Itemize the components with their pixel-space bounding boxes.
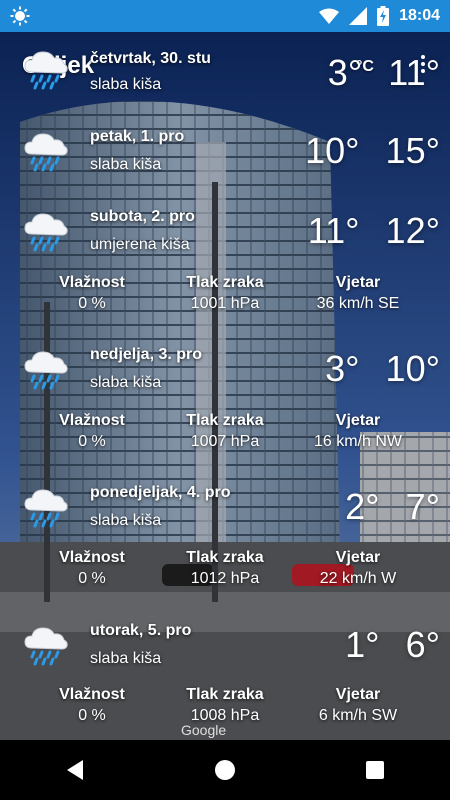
- recents-icon[interactable]: [355, 750, 395, 790]
- temp-max: 11°: [388, 52, 440, 93]
- wifi-icon: [319, 8, 340, 24]
- photo-attribution: Google: [181, 722, 227, 738]
- day-date: utorak, 5. pro: [90, 622, 192, 639]
- day-date: subota, 2. pro: [90, 208, 195, 225]
- humidity-label: Vlažnost: [59, 274, 125, 291]
- light-rain-cloud-icon: [22, 622, 70, 666]
- day-description: slaba kiša: [90, 156, 162, 173]
- pressure-value: 1001 hPa: [190, 295, 260, 312]
- temp-max: 7°: [405, 486, 440, 527]
- temp-min: 3°: [325, 348, 360, 389]
- humidity-value: 0 %: [78, 433, 106, 450]
- humidity-label: Vlažnost: [59, 686, 125, 703]
- humidity-label: Vlažnost: [59, 412, 125, 429]
- day-temperatures: 3° 11°: [328, 52, 440, 94]
- pressure-label: Tlak zraka: [186, 274, 264, 291]
- home-icon[interactable]: [205, 750, 245, 790]
- day-temperatures: 1° 6°: [345, 624, 440, 666]
- wind-value: 16 km/h NW: [313, 433, 402, 450]
- pressure-label: Tlak zraka: [186, 686, 264, 703]
- temp-min: 11°: [307, 210, 360, 251]
- humidity-label: Vlažnost: [59, 549, 125, 566]
- day-date: nedjelja, 3. pro: [90, 346, 203, 363]
- day-description: slaba kiša: [90, 76, 162, 93]
- wind-label: Vjetar: [335, 686, 381, 703]
- wind-value: 36 km/h SE: [316, 295, 400, 312]
- weather-app-icon: [10, 6, 30, 26]
- wind-label: Vjetar: [335, 274, 381, 291]
- temp-max: 10°: [385, 348, 440, 389]
- day-temperatures: 2° 7°: [345, 486, 440, 528]
- pressure-value: 1007 hPa: [190, 433, 260, 450]
- wind-value: 6 km/h SW: [318, 707, 398, 724]
- day-temperatures: 3° 10°: [325, 348, 440, 390]
- light-rain-cloud-icon: [22, 128, 70, 172]
- day-date: ponedjeljak, 4. pro: [90, 484, 231, 501]
- light-rain-cloud-icon: [22, 346, 70, 390]
- temp-min: 2°: [345, 486, 380, 527]
- battery-charging-icon: [377, 6, 390, 26]
- signal-icon: [349, 7, 368, 25]
- humidity-value: 0 %: [78, 570, 106, 587]
- pressure-label: Tlak zraka: [186, 549, 264, 566]
- humidity-value: 0 %: [78, 295, 106, 312]
- navigation-bar: [0, 740, 450, 800]
- temp-max: 12°: [385, 210, 440, 251]
- temp-max: 6°: [405, 624, 440, 665]
- day-date: petak, 1. pro: [90, 128, 185, 145]
- day-description: slaba kiša: [90, 374, 162, 391]
- rain-cloud-icon: [22, 208, 70, 252]
- day-description: slaba kiša: [90, 650, 162, 667]
- day-description: slaba kiša: [90, 512, 162, 529]
- wind-value: 22 km/h W: [319, 570, 397, 587]
- pressure-label: Tlak zraka: [186, 412, 264, 429]
- temp-min: 1°: [345, 624, 380, 665]
- temp-min: 10°: [305, 130, 360, 171]
- light-rain-cloud-icon: [22, 46, 70, 90]
- back-icon[interactable]: [55, 750, 95, 790]
- pressure-value: 1012 hPa: [190, 570, 260, 587]
- clock: 18:04: [399, 7, 440, 24]
- wind-label: Vjetar: [335, 412, 381, 429]
- wind-label: Vjetar: [335, 549, 381, 566]
- day-date: četvrtak, 30. stu: [90, 50, 211, 67]
- light-rain-cloud-icon: [22, 484, 70, 528]
- humidity-value: 0 %: [78, 707, 106, 724]
- temp-max: 15°: [385, 130, 440, 171]
- day-temperatures: 11° 12°: [308, 210, 440, 252]
- day-description: umjerena kiša: [90, 236, 190, 253]
- day-temperatures: 10° 15°: [305, 130, 440, 172]
- status-bar: 18:04: [0, 0, 450, 32]
- temp-min: 3°: [327, 52, 363, 93]
